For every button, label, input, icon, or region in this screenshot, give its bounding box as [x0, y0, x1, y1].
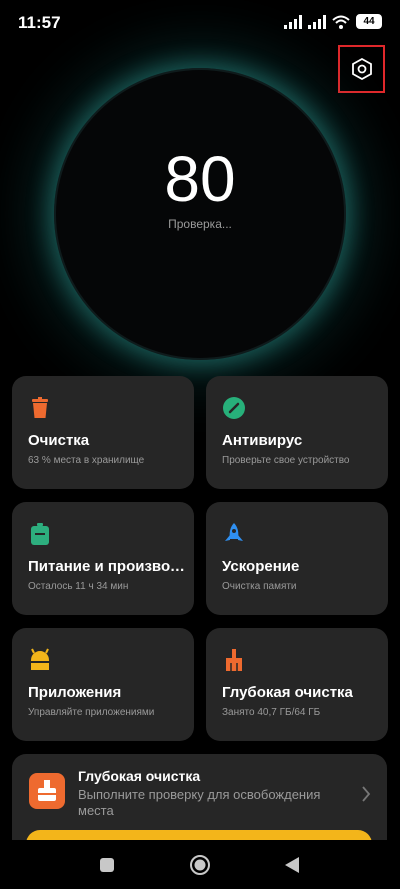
deep-clean-icon [29, 773, 65, 809]
circle-icon [190, 855, 210, 875]
navigation-bar [0, 840, 400, 889]
tile-deep-clean[interactable]: Глубокая очистка Занято 40,7 ГБ/64 ГБ [206, 628, 388, 741]
score-value: 80 [164, 143, 236, 215]
status-icons: 44 [284, 14, 382, 29]
hexagon-settings-icon [351, 58, 372, 80]
deep-clean-banner[interactable]: Глубокая очистка Выполните проверку для … [12, 754, 387, 854]
tile-title: Приложения [28, 684, 122, 701]
recents-button[interactable] [96, 854, 118, 876]
tile-subtitle: Проверьте свое устройство [222, 455, 350, 466]
score-status: Проверка... [168, 217, 232, 231]
tile-subtitle: Занято 40,7 ГБ/64 ГБ [222, 707, 321, 718]
status-time: 11:57 [18, 13, 61, 32]
battery-icon: 44 [356, 14, 382, 29]
shield-scan-icon [223, 397, 245, 419]
battery-icon [31, 523, 49, 545]
tile-subtitle: Очистка памяти [222, 581, 297, 592]
tile-title: Глубокая очистка [222, 684, 353, 701]
tile-subtitle: 63 % места в хранилище [28, 455, 145, 466]
home-button[interactable] [189, 854, 211, 876]
banner-text: Выполните проверку для освобождения мест… [78, 787, 321, 818]
tile-apps[interactable]: Приложения Управляйте приложениями [12, 628, 194, 741]
trash-can-icon [32, 397, 48, 418]
tile-title: Очистка [28, 432, 90, 449]
tile-subtitle: Управляйте приложениями [28, 707, 155, 718]
square-icon [100, 858, 114, 872]
tile-subtitle: Осталось 11 ч 34 мин [28, 581, 129, 592]
signal-icon [284, 14, 302, 29]
rocket-icon [225, 523, 243, 541]
tile-antivirus[interactable]: Антивирус Проверьте свое устройство [206, 376, 388, 489]
tile-boost[interactable]: Ускорение Очистка памяти [206, 502, 388, 615]
triangle-back-icon [285, 857, 299, 873]
signal-icon-2 [308, 14, 326, 29]
tile-battery[interactable]: Питание и производ… Осталось 11 ч 34 мин [12, 502, 194, 615]
banner-title: Глубокая очистка [78, 768, 201, 784]
chevron-right-icon [362, 786, 371, 802]
back-button[interactable] [281, 854, 303, 876]
status-bar: 11:57 44 [0, 0, 400, 44]
tile-title: Ускорение [222, 558, 300, 575]
tile-title: Антивирус [222, 432, 303, 449]
tile-cleaner[interactable]: Очистка 63 % места в хранилище [12, 376, 194, 489]
android-icon [31, 648, 49, 670]
tile-title: Питание и производ… [28, 558, 186, 575]
wifi-icon [332, 15, 350, 29]
settings-button[interactable] [338, 45, 385, 93]
broom-icon [226, 649, 242, 671]
